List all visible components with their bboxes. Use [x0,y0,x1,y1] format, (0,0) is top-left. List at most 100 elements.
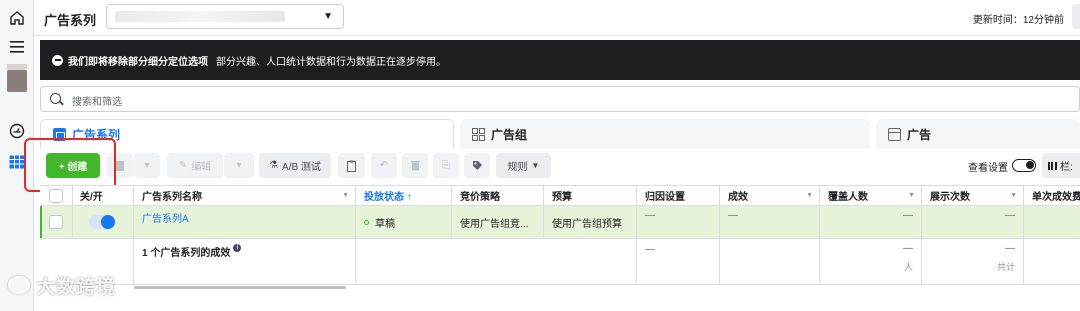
cost-per-result-cell [1024,206,1080,238]
tab-ads[interactable]: 广告 [876,119,1080,149]
reach-value: — [903,210,913,221]
watermark-text: 大数跨境 [36,277,117,298]
search-input[interactable]: 搜索和筛选 [40,86,1080,112]
sort-caret-icon: ▼ [342,192,349,199]
delivery-status-text: 草稿 [375,218,395,230]
totals-reach-unit: 人 [903,262,913,272]
last-updated: 更新时间：12分钟前 [972,15,1064,26]
campaign-table: 关/开 广告系列名称 ▼ 投放状态 ↑ 竞价策略 预算 归因设置 成效 ▼ 覆盖人数… [40,185,1080,311]
undo-icon[interactable]: ↶ [371,153,397,178]
col-header-attribution[interactable]: 归因设置 [637,186,720,205]
reach-cell: — [820,206,922,238]
tag-icon[interactable] [464,153,490,178]
totals-empty-cell [356,239,637,284]
row-checkbox[interactable] [49,215,63,229]
col-header-budget[interactable]: 预算 [544,186,637,205]
ad-icon [888,127,901,141]
budget-value: 使用广告组预算 [544,206,637,238]
horizontal-scrollbar[interactable] [134,286,346,289]
caret-down-icon: ▼ [531,161,540,170]
sort-caret-icon: ▼ [806,192,813,199]
campaign-selector[interactable]: ▼ [106,4,344,29]
col-header-results[interactable]: 成效 ▼ [720,186,820,205]
col-header-name[interactable]: 广告系列名称 ▼ [134,186,356,205]
home-icon[interactable] [7,8,27,28]
account-avatar[interactable] [7,70,27,92]
duplicate-dropdown[interactable]: ▾ [134,153,160,178]
ad-set-grid-icon [472,127,485,141]
create-highlight-outline [24,138,116,192]
totals-attribution: — [637,239,720,284]
trash-icon[interactable] [402,153,428,178]
tab-ad-sets[interactable]: 广告组 [460,119,870,149]
select-all-checkbox[interactable] [49,188,63,203]
row-toggle-cell[interactable] [73,206,134,238]
totals-row: 1 个广告系列的成效 i — — 人 — 共计 [40,239,1080,285]
edit-button[interactable]: ✎ 编辑 [167,153,223,178]
totals-reach-cell: — 人 [820,239,922,284]
columns-button[interactable]: 栏: [1042,153,1080,178]
col-header-label: 覆盖人数 [828,192,868,203]
blurred-account-name [115,11,285,22]
sort-caret-icon: ▼ [908,192,915,199]
ab-test-label: A/B 测试 [282,162,321,173]
pencil-icon: ✎ [178,160,188,171]
table-header-row: 关/开 广告系列名称 ▼ 投放状态 ↑ 竞价策略 预算 归因设置 成效 ▼ 覆盖人数… [40,185,1080,206]
caret-down-icon: ▼ [323,11,333,22]
bid-strategy-value: 使用广告组竞... [452,206,544,238]
totals-label: 1 个广告系列的成效 [142,248,231,259]
status-dot-icon [364,219,369,225]
tab-label: 广告 [907,127,932,142]
minus-circle-icon [52,54,63,66]
campaign-on-off-toggle[interactable] [89,215,115,229]
top-bar: 广告系列 ▼ 更新时间：12分钟前 [34,0,1080,36]
ab-test-button[interactable]: ⚗ A/B 测试 [259,153,331,178]
totals-cost-cell [1024,239,1080,284]
impressions-cell: — [922,206,1024,238]
toolbar: + 创建 ▾ ✎ 编辑 ▾ ⚗ A/B 测试 ↶ ⎘ 规则 ▼ [40,150,1080,182]
table-row[interactable]: 广告系列A 草稿 使用广告组竞... 使用广告组预算 — — — — [40,206,1080,239]
refresh-button[interactable] [1072,4,1080,29]
col-header-impressions[interactable]: 展示次数 ▼ [922,186,1024,205]
info-icon[interactable]: i [233,244,242,252]
columns-icon [1048,161,1057,170]
select-all-cell[interactable] [40,186,73,205]
watermark-logo-icon [8,276,30,294]
totals-impressions-unit: 共计 [996,262,1015,272]
col-header-toggle[interactable]: 关/开 [73,186,134,205]
page-title: 广告系列 [44,13,97,28]
columns-label: 栏: [1060,162,1073,173]
totals-label-cell: 1 个广告系列的成效 i [134,239,356,284]
search-icon [50,93,61,104]
rules-label: 规则 [507,162,528,173]
view-settings-toggle[interactable] [1012,159,1036,172]
impressions-value: — [1005,210,1015,221]
preview-icon[interactable]: ⎘ [433,153,459,178]
totals-impressions: — [1005,243,1015,254]
rules-button[interactable]: 规则 ▼ [496,153,551,178]
col-header-reach[interactable]: 覆盖人数 ▼ [820,186,922,205]
targeting-notice-banner: 我们即将移除部分细分定位选项 部分兴趣、人口统计数据和行为数据正在逐步停用。 [40,40,1080,80]
col-header-label: 展示次数 [930,192,970,203]
clipboard-icon[interactable] [338,153,365,178]
results-value: — [720,206,820,238]
col-header-bid-strategy[interactable]: 竞价策略 [452,186,544,205]
notice-text: 部分兴趣、人口统计数据和行为数据正在逐步停用。 [216,56,446,68]
tab-label: 广告组 [491,127,528,142]
menu-icon[interactable] [7,37,27,57]
col-header-label: 成效 [728,192,748,203]
view-settings-label: 查看设置 [968,163,1008,174]
col-header-delivery[interactable]: 投放状态 ↑ [356,186,452,205]
flask-icon: ⚗ [269,160,279,171]
delivery-status: 草稿 [356,206,452,238]
edit-dropdown[interactable]: ▾ [224,153,254,178]
col-header-cost-per-result[interactable]: 单次成效费 [1024,186,1080,205]
totals-reach: — [903,243,913,254]
col-header-label: 广告系列名称 [142,192,202,203]
campaign-name-link[interactable]: 广告系列A [134,206,356,238]
gauge-icon[interactable] [7,121,27,141]
edit-label: 编辑 [191,162,212,173]
notice-title: 我们即将移除部分细分定位选项 [68,56,208,68]
sort-caret-icon: ▼ [1010,192,1017,199]
row-select-cell[interactable] [40,206,73,238]
